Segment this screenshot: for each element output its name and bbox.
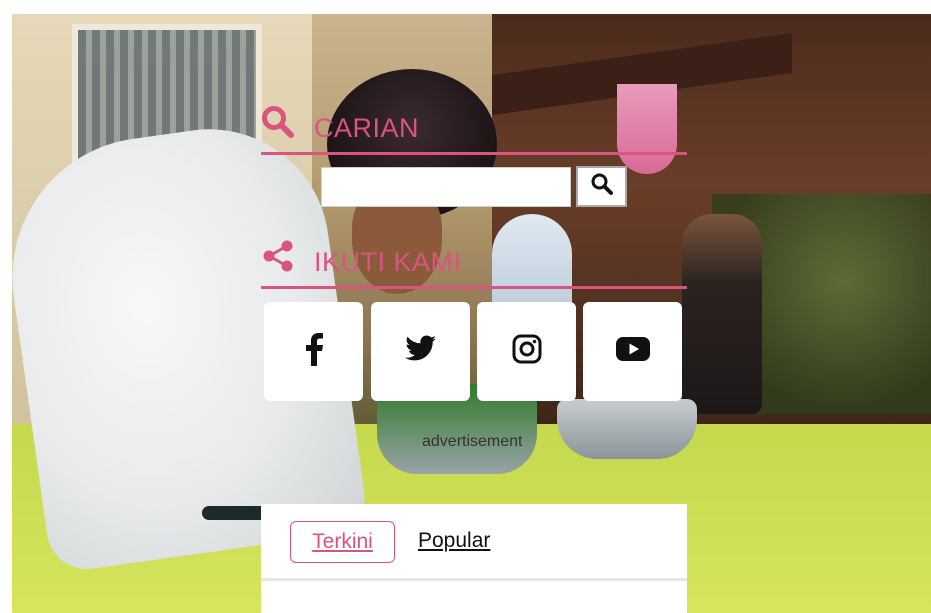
instagram-link[interactable] — [477, 302, 576, 401]
follow-section-header: IKUTI KAMI — [261, 233, 687, 289]
tab-popular[interactable]: Popular — [418, 529, 490, 553]
tabs-divider — [261, 578, 687, 581]
facebook-link[interactable] — [264, 302, 363, 401]
youtube-icon — [615, 337, 650, 366]
share-icon — [261, 239, 295, 273]
search-icon — [590, 172, 614, 201]
advertisement-label: advertisement — [422, 433, 523, 450]
search-input[interactable] — [321, 167, 571, 207]
follow-section-title: IKUTI KAMI — [314, 247, 462, 277]
search-icon — [261, 105, 295, 139]
youtube-link[interactable] — [583, 302, 682, 401]
twitter-link[interactable] — [371, 302, 470, 401]
search-section-header: CARIAN — [261, 99, 687, 155]
tab-terkini[interactable]: Terkini — [290, 521, 395, 563]
search-button[interactable] — [576, 166, 627, 207]
twitter-icon — [404, 335, 437, 368]
facebook-icon — [302, 332, 326, 371]
search-section-title: CARIAN — [314, 113, 420, 143]
instagram-icon — [512, 334, 542, 369]
